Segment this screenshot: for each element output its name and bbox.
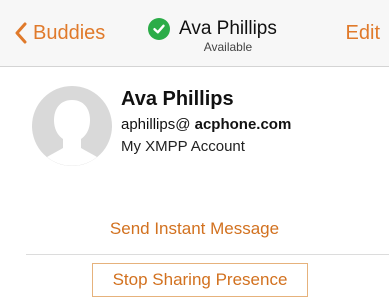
- chevron-left-icon: [15, 22, 27, 44]
- contact-email: aphillips@ acphone.com: [121, 116, 291, 133]
- back-button[interactable]: Buddies: [15, 21, 105, 45]
- edit-button[interactable]: Edit: [346, 22, 380, 45]
- nav-title-group: Ava Phillips Available: [148, 18, 277, 54]
- contact-account: My XMPP Account: [121, 138, 245, 155]
- presence-status: Available: [203, 40, 253, 54]
- divider: [26, 254, 389, 255]
- send-instant-message-button[interactable]: Send Instant Message: [0, 219, 389, 239]
- email-user: aphillips@: [121, 116, 191, 133]
- default-avatar-icon: [32, 86, 112, 166]
- email-domain: acphone.com: [194, 116, 292, 133]
- check-circle-icon: [148, 18, 170, 40]
- page-title: Ava Phillips: [179, 18, 277, 39]
- contact-name: Ava Phillips: [121, 88, 234, 110]
- navigation-bar: Buddies Ava Phillips Available Edit: [0, 0, 389, 67]
- back-button-label: Buddies: [33, 21, 106, 44]
- stop-sharing-presence-button[interactable]: Stop Sharing Presence: [92, 263, 308, 297]
